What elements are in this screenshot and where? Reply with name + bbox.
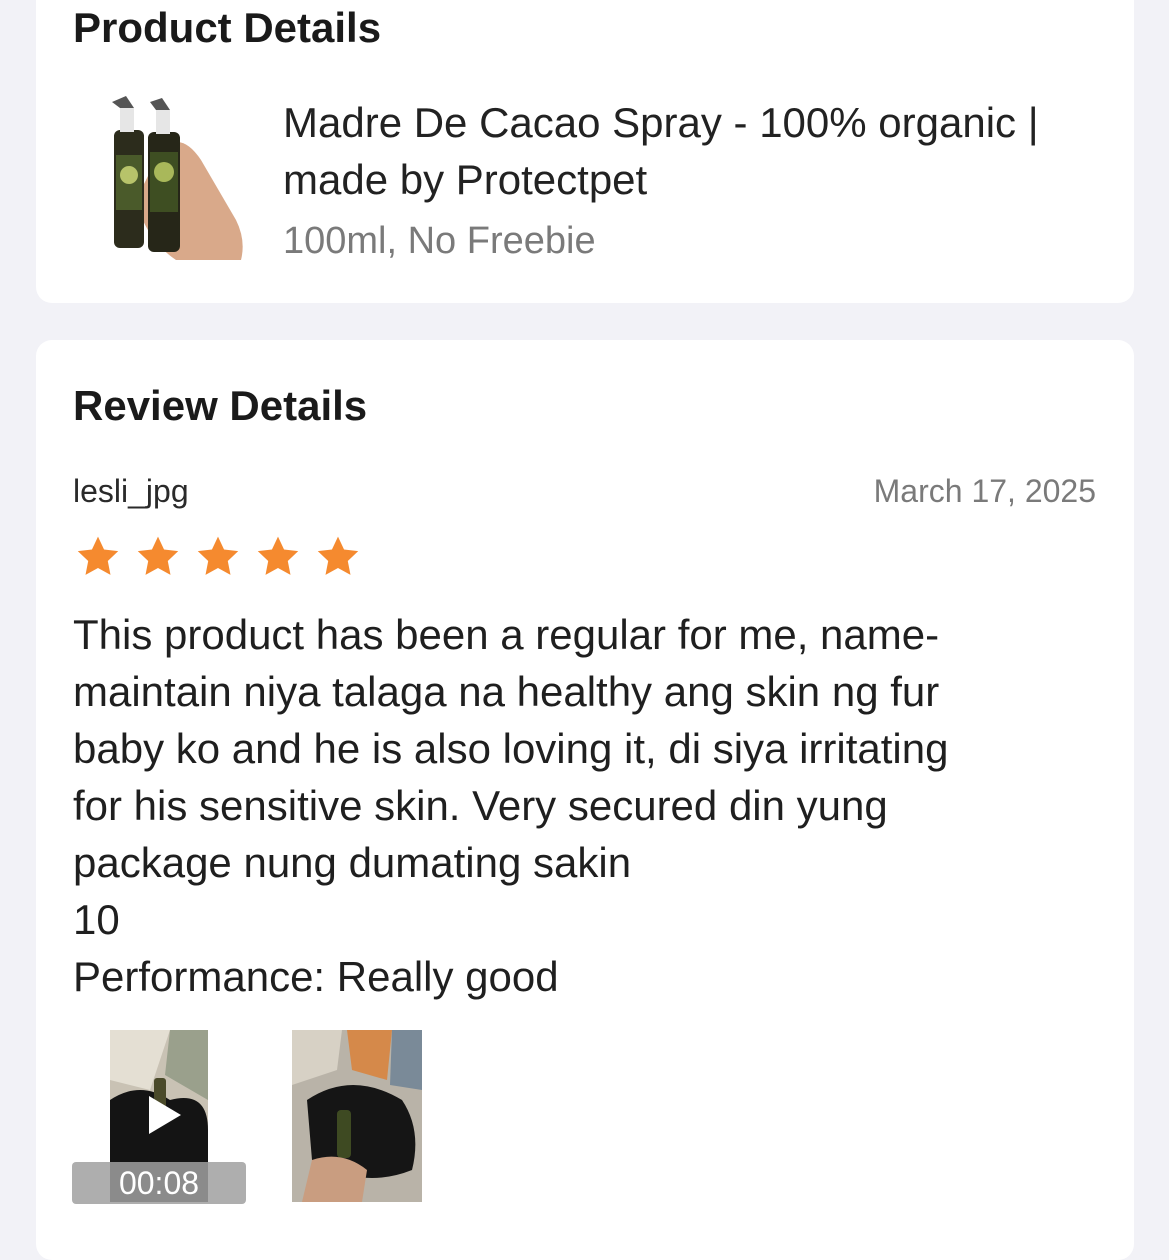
review-photo-thumbnail[interactable]: [292, 1030, 422, 1202]
review-date: March 17, 2025: [873, 473, 1096, 509]
product-variant: 100ml, No Freebie: [283, 220, 596, 262]
review-text: This product has been a regular for me, …: [73, 606, 1073, 1005]
review-line: package nung dumating sakin: [73, 839, 632, 886]
review-line: 10: [73, 896, 120, 943]
video-duration: 00:08: [72, 1162, 246, 1204]
reviewer-username: lesli_jpg: [73, 473, 189, 509]
review-line: This product has been a regular for me, …: [73, 611, 940, 658]
star-rating: [73, 532, 363, 582]
product-details-title: Product Details: [73, 4, 382, 51]
product-image[interactable]: [106, 90, 246, 265]
star-icon: [77, 536, 119, 575]
review-line: baby ko and he is also loving it, di siy…: [73, 725, 949, 772]
review-details-title: Review Details: [73, 382, 368, 429]
play-icon[interactable]: [145, 1093, 185, 1137]
review-line: maintain niya talaga na healthy ang skin…: [73, 668, 940, 715]
product-name[interactable]: Madre De Cacao Spray - 100% organic | ma…: [283, 94, 1103, 208]
review-line: for his sensitive skin. Very secured din…: [73, 782, 888, 829]
star-icon: [257, 536, 299, 575]
review-line: Performance: Really good: [73, 953, 559, 1000]
star-icon: [137, 536, 179, 575]
star-icon: [197, 536, 239, 575]
review-details-card: Review Details lesli_jpg March 17, 2025 …: [36, 340, 1134, 1260]
star-icon: [317, 536, 359, 575]
product-details-card: Product Details Madre De Cacao Spray - 1…: [36, 0, 1134, 303]
